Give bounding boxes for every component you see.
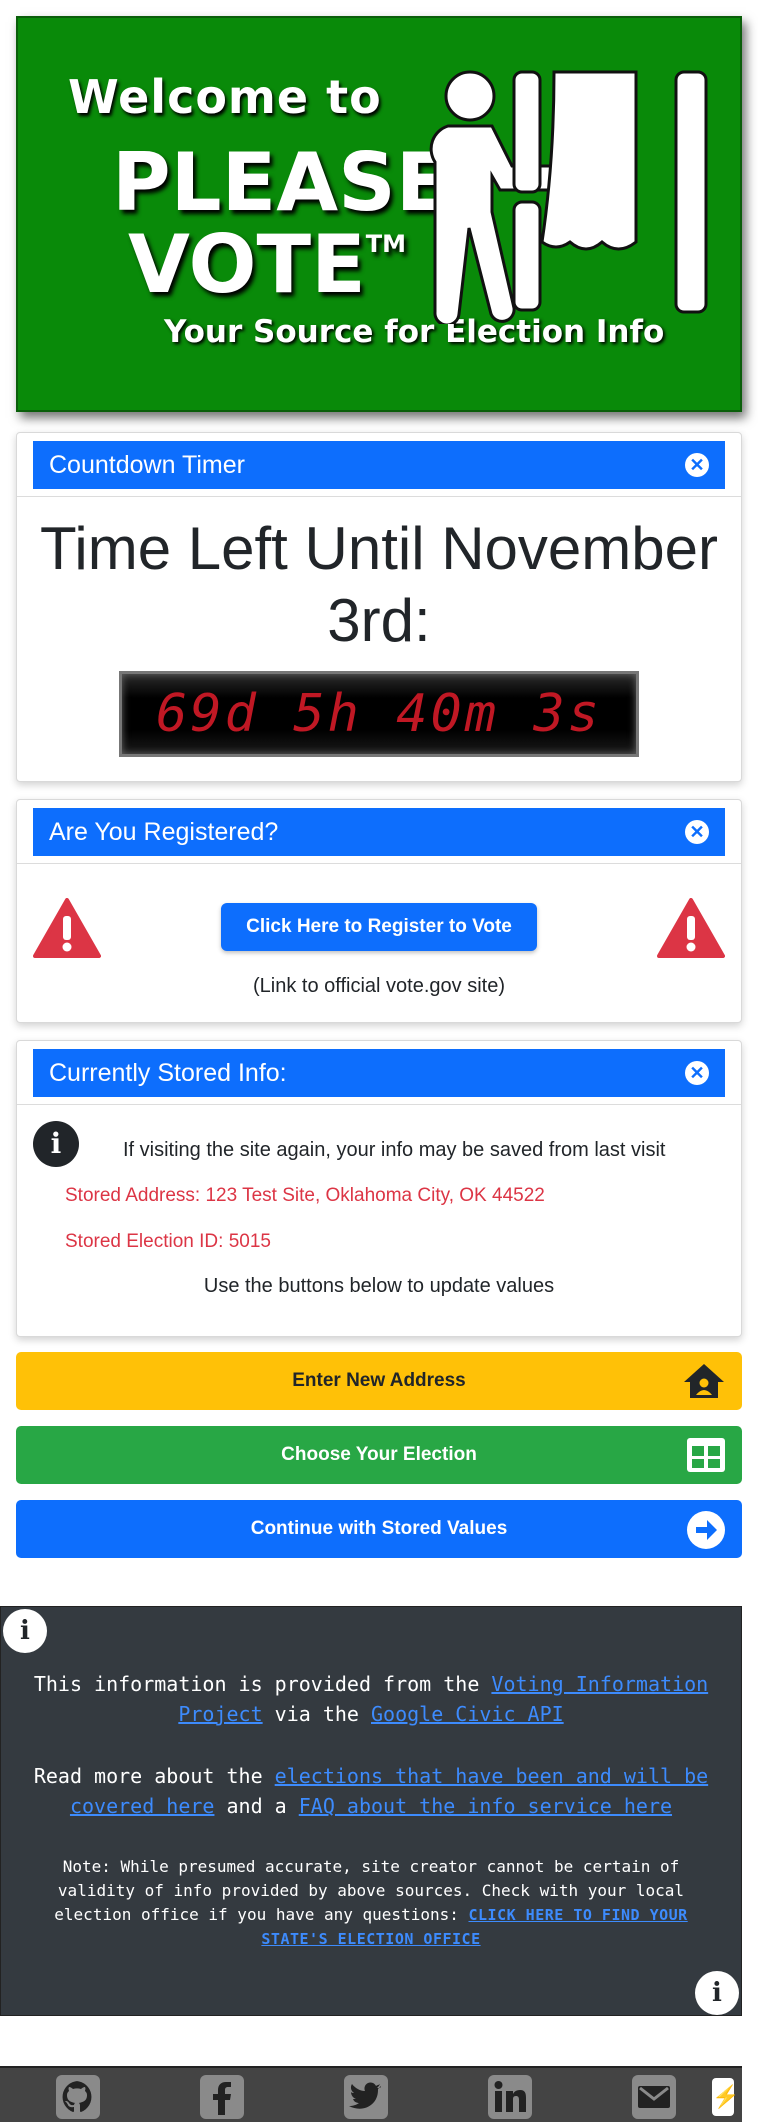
choose-election-button[interactable]: Choose Your Election [16,1426,742,1484]
close-icon[interactable]: ✕ [685,820,709,844]
arrow-right-circle-icon [687,1511,725,1549]
continue-stored-values-label: Continue with Stored Values [250,1518,508,1539]
countdown-card: Countdown Timer ✕ Time Left Until Novemb… [16,432,742,782]
countdown-timer-display: 69d 5h 40m 3s [119,671,639,757]
info-icon: i [3,1609,47,1653]
choose-election-label: Choose Your Election [281,1444,477,1465]
countdown-header-title: Countdown Timer [49,451,245,479]
vote-gov-note: (Link to official vote.gov site) [253,975,505,997]
warning-icon [657,898,725,958]
enter-new-address-button[interactable]: Enter New Address [16,1352,742,1410]
site-banner: Welcome to PLEASE VOTETM Your Source for… [16,16,742,412]
github-icon[interactable] [56,2075,100,2119]
stored-address: Stored Address: 123 Test Site, Oklahoma … [65,1185,545,1206]
facebook-icon[interactable] [200,2075,244,2119]
close-icon[interactable]: ✕ [685,453,709,477]
enter-new-address-label: Enter New Address [292,1370,466,1391]
countdown-heading: Time Left Until November 3rd: [40,515,718,654]
table-icon [687,1438,725,1472]
saved-info-notice: If visiting the site again, your info ma… [123,1139,666,1161]
data-source-text: This information is provided from the Vo… [33,1672,709,1726]
stored-info-header-title: Currently Stored Info: [49,1059,287,1087]
trademark: TM [365,230,406,258]
update-instructions: Use the buttons below to update values [203,1275,555,1297]
registration-card: Are You Registered? ✕ Click Here to Regi… [16,799,742,1023]
divider [17,496,741,497]
info-icon[interactable]: i [695,1971,739,2015]
email-icon[interactable] [632,2075,676,2119]
stored-info-header: Currently Stored Info: ✕ [33,1049,725,1097]
close-icon[interactable]: ✕ [685,1061,709,1085]
stored-info-card: Currently Stored Info: ✕ i If visiting t… [16,1040,742,1337]
banner-title-please: PLEASE [112,136,451,229]
registration-header-title: Are You Registered? [49,818,279,846]
warning-icon [33,898,101,958]
stored-election-id: Stored Election ID: 5015 [65,1231,271,1252]
info-icon: i [33,1121,79,1167]
faq-link[interactable]: FAQ about the info service here [299,1794,672,1818]
countdown-header: Countdown Timer ✕ [33,441,725,489]
linkedin-icon[interactable] [488,2075,532,2119]
social-bar: ⚡ [0,2066,742,2122]
registration-header: Are You Registered? ✕ [33,808,725,856]
house-icon [684,1364,724,1398]
register-to-vote-button[interactable]: Click Here to Register to Vote [221,903,537,951]
banner-title-vote: VOTETM [128,218,406,311]
divider [17,1104,741,1105]
voting-booth-icon [429,70,708,324]
continue-stored-values-button[interactable]: Continue with Stored Values [16,1500,742,1558]
google-civic-api-link[interactable]: Google Civic API [371,1702,564,1726]
read-more-text: Read more about the elections that have … [33,1764,709,1818]
divider [17,863,741,864]
accuracy-disclaimer: Note: While presumed accurate, site crea… [54,1857,688,1948]
twitter-icon[interactable] [344,2075,388,2119]
data-source-panel: i This information is provided from the … [0,1606,742,2016]
banner-welcome: Welcome to [68,70,382,124]
bolt-icon[interactable]: ⚡ [712,2078,739,2116]
